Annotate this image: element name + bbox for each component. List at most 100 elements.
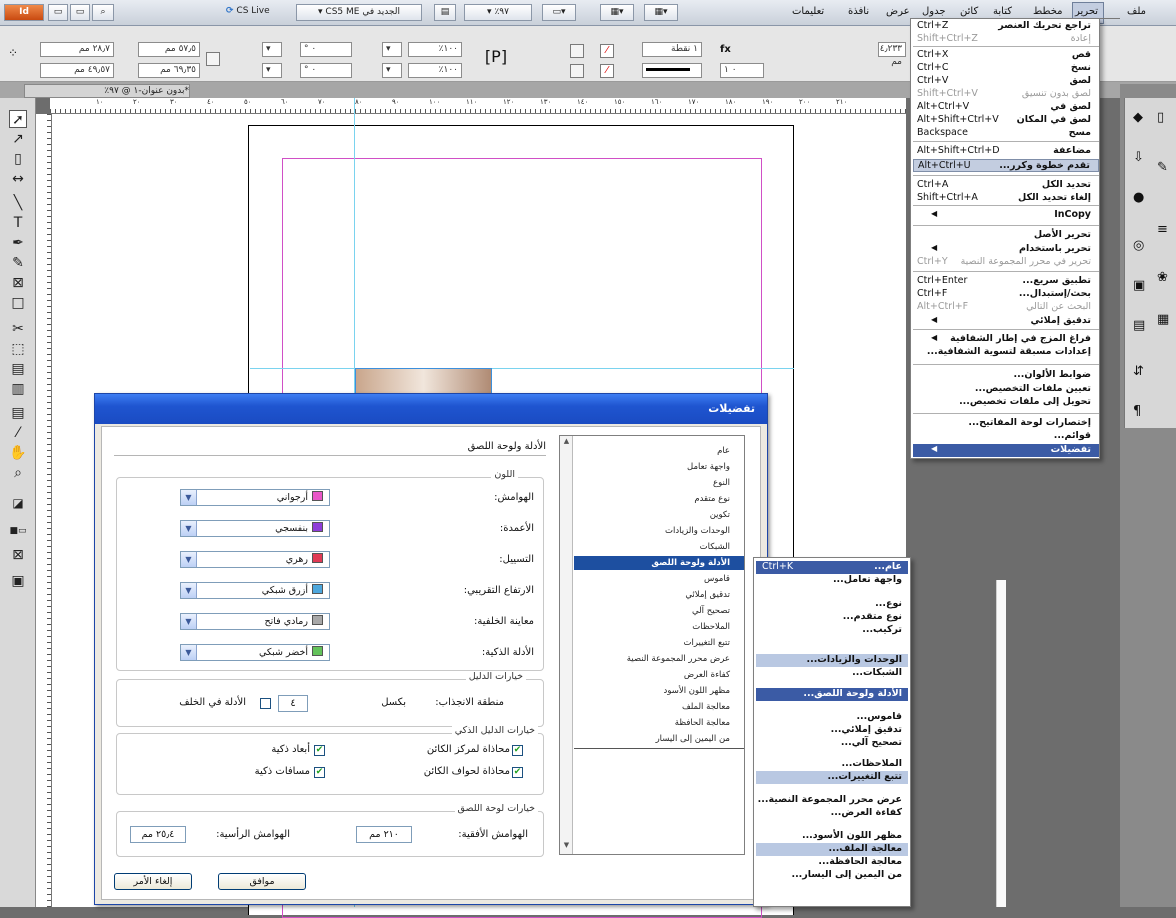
scissors-tool-icon[interactable]: ✂ <box>9 320 27 338</box>
zoom-level-select[interactable]: ٩٧٪ ▾ <box>464 4 532 21</box>
edit-menu-item[interactable]: تحديد الكل Ctrl+A <box>913 179 1099 192</box>
edit-menu-item[interactable]: لصق في المكان Alt+Shift+Ctrl+V <box>913 114 1099 127</box>
align-object-edges-checkbox[interactable]: ✔ <box>512 767 523 778</box>
menu-table[interactable]: جدول <box>922 6 946 17</box>
screen-mode-icon[interactable]: ▭▾ <box>542 4 576 21</box>
document-tab[interactable]: *بدون عنوان-١ @ ٩٧٪ <box>24 84 190 98</box>
fitting-field[interactable]: ٤٫٢٣٣ مم <box>878 42 906 67</box>
direct-selection-tool-icon[interactable]: ↗ <box>9 130 27 148</box>
color-select-1[interactable]: ▼ بنفسجي <box>180 520 330 537</box>
edit-menu-item[interactable]: قص Ctrl+X <box>913 49 1099 62</box>
edit-menu-item[interactable]: إعدادات مسبقة لتسوية الشفافية... <box>913 346 1099 359</box>
align-object-center-checkbox[interactable]: ✔ <box>512 745 523 756</box>
category-item[interactable]: كفاءة العرض <box>560 668 730 682</box>
edit-menu-item[interactable]: مسح Backspace <box>913 127 1099 140</box>
color-select-3[interactable]: ▼ أزرق شبكي <box>180 582 330 599</box>
edit-menu-item[interactable]: تحرير الأصل <box>913 229 1099 242</box>
cancel-button[interactable]: إلغاء الأمر <box>114 873 192 890</box>
table-panel-icon[interactable]: ▦ <box>1157 312 1169 327</box>
rectangle-frame-tool-icon[interactable]: ⊠ <box>9 274 27 292</box>
category-item[interactable]: الشبكات <box>560 540 730 554</box>
chevron-down-icon[interactable]: ▼ <box>181 552 197 567</box>
vertical-margins-field[interactable]: ٢٥٫٤ مم <box>130 826 186 843</box>
category-item[interactable]: عرض محرر المجموعة النصية <box>560 652 730 666</box>
preferences-submenu-item[interactable]: تتبع التغييرات... <box>756 771 908 784</box>
scale-x-field[interactable]: ١٠٠٪ <box>408 42 462 57</box>
effects-icon[interactable]: fx <box>720 44 734 58</box>
chevron-down-icon[interactable]: ▼ <box>181 645 197 660</box>
fill-stroke-swatch-icon[interactable]: ◪ <box>9 494 27 512</box>
height-field[interactable]: ٦٩٫٣٥ مم <box>138 63 200 78</box>
stroke-icon[interactable]: ⁄ <box>600 64 614 78</box>
menu-layout[interactable]: مخطط <box>1033 6 1063 17</box>
chevron-down-icon[interactable]: ▼ <box>181 583 197 598</box>
page-tool-icon[interactable]: ▯ <box>9 150 27 168</box>
hand-tool-icon[interactable]: ✋ <box>9 444 27 462</box>
category-item[interactable]: تصحيح آلي <box>560 604 730 618</box>
category-item[interactable]: تكوين <box>560 508 730 522</box>
edit-menu-item[interactable]: ضوابط الألوان... <box>913 369 1099 382</box>
edit-menu-item[interactable]: البحث عن التالي Alt+Ctrl+F <box>913 301 1099 314</box>
gradient-tool-icon[interactable]: ▤ <box>9 360 27 378</box>
menu-type[interactable]: كتابة <box>993 6 1012 17</box>
edit-menu-item[interactable]: تطبيق سريع... Ctrl+Enter <box>913 275 1099 288</box>
y-field[interactable]: ٢٨٫٧ مم <box>40 42 114 57</box>
chevron-down-icon[interactable]: ▼ <box>181 490 197 505</box>
layers-panel-icon[interactable]: ▤ <box>1133 318 1145 333</box>
free-transform-tool-icon[interactable]: ⬚ <box>9 340 27 358</box>
effects-panel-icon[interactable]: ❀ <box>1157 270 1168 285</box>
category-item[interactable]: معالجة الملف <box>560 700 730 714</box>
stroke-panel-icon[interactable]: ● <box>1133 190 1144 205</box>
ok-button[interactable]: موافق <box>218 873 306 890</box>
category-item[interactable]: من اليمين إلى اليسار <box>560 732 730 746</box>
stroke-type-select[interactable] <box>642 63 702 78</box>
scroll-down-icon[interactable]: ▼ <box>561 841 572 852</box>
x-field[interactable]: ٤٩٫٥٧ مم <box>40 63 114 78</box>
canvas-vertical-scrollbar[interactable] <box>996 580 1006 907</box>
zoom-tool-icon[interactable]: ⌕ <box>92 4 114 21</box>
color-select-0[interactable]: ▼ أرجواني <box>180 489 330 506</box>
preferences-submenu-item[interactable]: عرض محرر المجموعة النصية... <box>756 794 908 807</box>
edit-menu-item[interactable]: إلغاء تحديد الكل Shift+Ctrl+A <box>913 192 1099 205</box>
swatches-panel-icon[interactable]: ▣ <box>1133 278 1145 293</box>
chevron-down-icon[interactable]: ▼ <box>181 521 197 536</box>
opacity-field[interactable]: ٠ ١ <box>720 63 764 78</box>
category-item[interactable]: الوحدات والزيادات <box>560 524 730 538</box>
frame-type-icon[interactable]: [P] <box>484 46 508 70</box>
color-panel-icon[interactable]: ◎ <box>1133 238 1144 253</box>
shear-field[interactable]: ° ٠ <box>300 63 352 78</box>
eyedropper-tool-icon[interactable]: ⁄ <box>9 424 27 442</box>
preferences-submenu-item[interactable]: نوع... <box>756 598 908 611</box>
line-tool-icon[interactable]: ╲ <box>9 194 27 212</box>
category-item[interactable]: مظهر اللون الأسود <box>560 684 730 698</box>
edit-menu-item[interactable]: تقدم خطوة وكرر... Alt+Ctrl+U <box>913 159 1099 172</box>
category-item[interactable]: عام <box>560 444 730 458</box>
preferences-submenu-item[interactable]: عام... Ctrl+K <box>756 561 908 574</box>
stroke-weight-field[interactable]: ١ نقطة <box>642 42 702 57</box>
edit-menu-item[interactable]: مضاعفة Alt+Shift+Ctrl+D <box>913 145 1099 158</box>
selection-tool-icon[interactable]: ➚ <box>9 110 27 128</box>
chevron-down-icon[interactable]: ▼ <box>181 614 197 629</box>
category-item[interactable]: نوع متقدم <box>560 492 730 506</box>
gradient-feather-tool-icon[interactable]: ▥ <box>9 380 27 398</box>
edit-menu-item[interactable]: إعادة Shift+Ctrl+Z <box>913 33 1099 46</box>
edit-menu-item[interactable]: لصق بدون تنسيق Shift+Ctrl+V <box>913 88 1099 101</box>
color-select-4[interactable]: ▼ رمادي فاتح <box>180 613 330 630</box>
pen-tool-icon[interactable]: ✒ <box>9 234 27 252</box>
edit-menu-item[interactable]: بحث/إستبدال... Ctrl+F <box>913 288 1099 301</box>
paragraph-styles-panel-icon[interactable]: ¶ <box>1133 404 1141 419</box>
preferences-submenu-item[interactable]: قاموس... <box>756 711 908 724</box>
edit-menu-item[interactable]: InCopy ◀ <box>913 209 1099 222</box>
rectangle-tool-icon[interactable]: □ <box>9 294 27 312</box>
smart-spacing-checkbox[interactable]: ✔ <box>314 767 325 778</box>
bridge-icon[interactable]: ▭ <box>48 4 68 21</box>
fill-icon[interactable]: ⁄ <box>600 44 614 58</box>
cs-live-button[interactable]: ⟳ CS Live <box>226 4 288 21</box>
zoom-tool-side-icon[interactable]: ⌕ <box>9 464 27 482</box>
edit-menu-item[interactable]: تفضيلات ◀ <box>913 444 1099 457</box>
scale-y-select[interactable]: ▾ <box>382 63 402 78</box>
note-tool-icon[interactable]: ▤ <box>9 404 27 422</box>
menu-window[interactable]: نافذة <box>848 6 869 17</box>
edit-menu-item[interactable]: قوائم... <box>913 430 1099 443</box>
type-tool-icon[interactable]: T <box>9 214 27 232</box>
